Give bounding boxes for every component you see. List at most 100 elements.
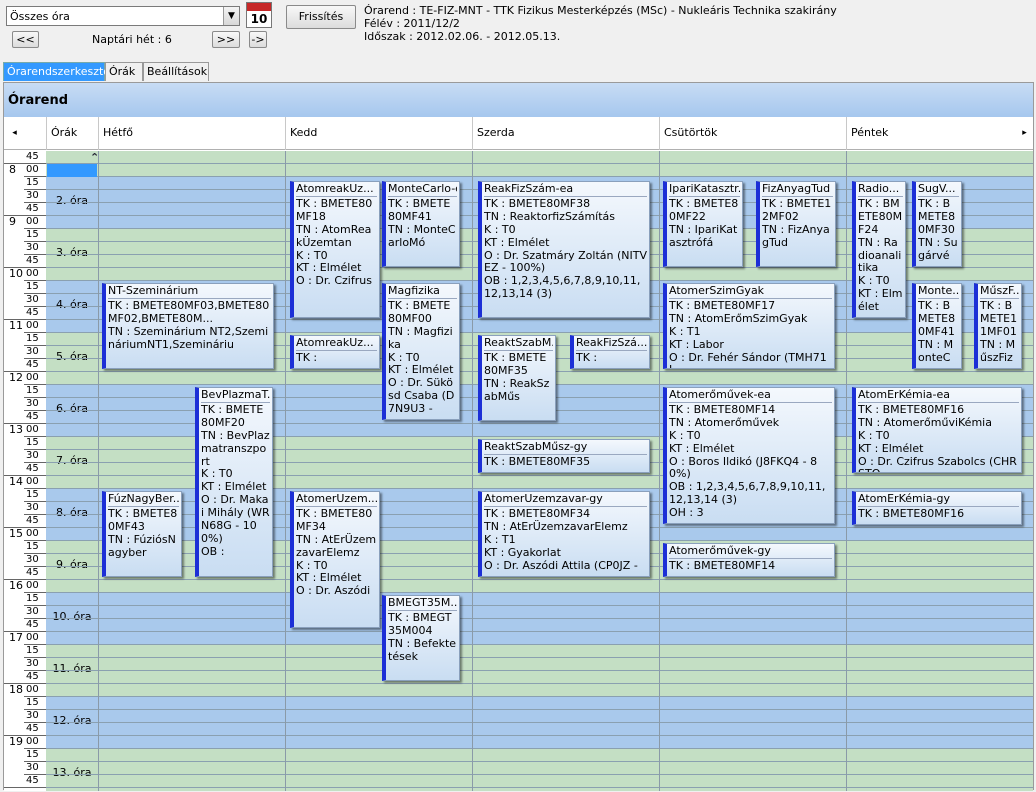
class-event[interactable]: AtomerSzimGyak TK : BMETE80MF17 TN : Atom… (663, 283, 835, 369)
grid-line (46, 748, 1033, 749)
class-event[interactable]: ReakFizSzá... TK : (570, 335, 650, 369)
event-details: TK : BMETE80MF35 TN : ReakSzabMűs (484, 350, 550, 403)
class-event[interactable]: Atomerőművek-gy TK : BMETE80MF14 (663, 543, 835, 577)
prev-week-button[interactable]: << (12, 31, 39, 48)
tab-timetable-editor[interactable]: Órarendszerkesztő (3, 62, 110, 81)
hour-band[interactable] (46, 645, 1033, 697)
time-tick: 30 (4, 242, 46, 255)
class-event[interactable]: AtomErKémia-gy TK : BMETE80MF16 (852, 491, 1022, 525)
time-hour: 13 (9, 423, 23, 436)
class-event[interactable]: MűszF... TK : BMETE11MF01 TN : MűszFiz (974, 283, 1022, 369)
time-hour: 12 (9, 371, 23, 384)
time-minute: 30 (26, 606, 39, 617)
class-event[interactable]: SugV... TK : BMETE80MF30 TN : Sugárvé (912, 181, 962, 267)
scroll-left-icon[interactable]: ◂ (8, 118, 21, 149)
class-event[interactable]: Monte... TK : BMETE80MF41 TN : MonteC (912, 283, 962, 369)
event-details: TK : BMETE80MF41 TN : MonteCarloMó (388, 196, 456, 249)
refresh-button[interactable]: Frissítés (286, 5, 356, 29)
class-event[interactable]: IpariKatasztr...TK : BMETE80MF22 TN : Ip… (663, 181, 743, 267)
grid-line (46, 683, 1033, 684)
event-details: TK : BMETE80MF00 TN : Magfizika K : T0 K… (388, 298, 455, 416)
header-monday: Hétfő (98, 117, 285, 150)
class-event[interactable]: FúzNagyBer... TK : BMETE80MF43 TN : Fúzió… (102, 491, 182, 577)
grid-line (46, 696, 1033, 697)
event-details: TK : BMETE80MF18 TN : AtomReakÜzemtan K … (296, 196, 373, 288)
selected-cell[interactable] (47, 164, 97, 177)
panel-title: Órarend (4, 83, 1033, 117)
event-details: TK : BMETE80MF16 (858, 506, 965, 520)
time-minute: 00 (26, 268, 39, 279)
next-week-button[interactable]: >> (212, 31, 240, 48)
event-details: TK : BMETE12MF02 TN : FizAnyagTud (762, 196, 832, 249)
event-title: BMEGT35M... (388, 597, 457, 611)
class-event[interactable]: AtomerÜzemzavar-gy TK : BMETE80MF34 TN : … (478, 491, 650, 577)
event-details: TK : BMETE80MF34 TN : AtErÜzemzavarElemz… (484, 506, 638, 572)
grid-line (46, 761, 1033, 762)
grid-line (46, 644, 1033, 645)
time-tick: 15 (4, 645, 46, 658)
scroll-right-icon[interactable]: ▸ (1018, 118, 1031, 149)
time-tick: 30 (4, 190, 46, 203)
hour-band[interactable] (46, 593, 1033, 645)
event-details: TK : BMETE80MF14 TN : Atomerőművek K : T… (669, 402, 826, 520)
jump-button[interactable]: -> (249, 31, 267, 48)
class-event[interactable]: AtomreakÜz... TK : BMETE80MF18 TN : AtomR… (290, 181, 380, 318)
time-tick: 30 (4, 346, 46, 359)
class-event[interactable]: Atomerőművek-ea TK : BMETE80MF14 TN : Ato… (663, 387, 835, 524)
timetable-name: Órarend : TE-FIZ-MNT - TTK Fizikus Meste… (364, 4, 837, 17)
day-header: ◂ Órák Hétfő Kedd Szerda Csütörtök Pénte… (4, 117, 1033, 150)
event-title: Magfizika (388, 285, 457, 299)
time-minute: 00 (26, 632, 39, 643)
class-event[interactable]: AtomErKémia-ea TK : BMETE80MF16 TN : Atom… (852, 387, 1022, 473)
chevron-down-icon[interactable]: ▼ (223, 7, 239, 25)
time-tick: 15 (4, 541, 46, 554)
class-event[interactable]: ReaktSzabM...TK : BMETE80MF35 TN : ReakS… (478, 335, 556, 421)
grid-line (46, 618, 1033, 619)
class-event[interactable]: AtomerÜzem... TK : BMETE80MF34 TN : AtErÜ… (290, 491, 380, 628)
grid-line (46, 176, 1033, 177)
event-details: TK : BMETE80MF17 TN : AtomErőmSzimGyak K… (669, 298, 827, 368)
time-tick: 15 (4, 437, 46, 450)
time-tick: 30 (4, 294, 46, 307)
ora-label: 2. óra (56, 194, 88, 207)
class-event[interactable]: AtomreakÜz... TK : (290, 335, 380, 369)
class-event[interactable]: Magfizika TK : BMETE80MF00 TN : Magfizika… (382, 283, 460, 420)
band-top[interactable] (46, 151, 1033, 177)
time-minute: 15 (26, 541, 39, 552)
tab-settings[interactable]: Beállítások (143, 62, 209, 81)
class-event[interactable]: MonteCarlo-eaTK : BMETE80MF41 TN : Monte… (382, 181, 460, 267)
time-minute: 45 (26, 775, 39, 786)
tab-classes[interactable]: Órák (105, 62, 143, 81)
time-tick: 11 00 (4, 320, 46, 333)
time-tick: 30 (4, 606, 46, 619)
time-tick: 19 00 (4, 736, 46, 749)
event-details: TK : BMETE80MF14 (669, 558, 776, 572)
time-minute: 30 (26, 190, 39, 201)
class-event[interactable]: BMEGT35M... TK : BMEGT35M004 TN : Befekte… (382, 595, 460, 681)
class-event[interactable]: ReaktSzabMűsz-gy TK : BMETE80MF35 (478, 439, 650, 473)
event-details: TK : BMETE80MF30 TN : Sugárvé (918, 196, 958, 262)
hour-band[interactable] (46, 749, 1033, 791)
time-hour: 18 (9, 683, 23, 696)
time-minute: 30 (26, 242, 39, 253)
collapse-icon[interactable]: ⌃ (90, 151, 99, 164)
event-title: Monte... (918, 285, 959, 299)
event-title: MűszF... (980, 285, 1019, 299)
time-minute: 45 (26, 359, 39, 370)
time-minute: 00 (26, 320, 39, 331)
class-event[interactable]: ReakFizSzám-ea TK : BMETE80MF38 TN : Reak… (478, 181, 650, 318)
class-event[interactable]: NT-Szeminárium TK : BMETE80MF03,BMETE80MF… (102, 283, 274, 369)
hour-band[interactable] (46, 697, 1033, 749)
class-event[interactable]: Radio... TK : BMETE80MF24 TN : Radioanali… (852, 181, 906, 318)
time-tick: 15 (4, 593, 46, 606)
time-minute: 45 (26, 411, 39, 422)
time-minute: 45 (26, 307, 39, 318)
hour-filter-select[interactable]: Összes óra ▼ (6, 6, 240, 26)
time-tick: 13 00 (4, 424, 46, 437)
class-event[interactable]: BevPlazmaT... TK : BMETE80MF20 TN : BevPl… (195, 387, 273, 577)
grid-line (46, 709, 1033, 710)
time-minute: 30 (26, 762, 39, 773)
class-event[interactable]: FizAnyagTud TK : BMETE12MF02 TN : FizAnya… (756, 181, 836, 267)
day-separator (659, 151, 660, 791)
calendar-icon[interactable]: 10 (246, 2, 272, 28)
